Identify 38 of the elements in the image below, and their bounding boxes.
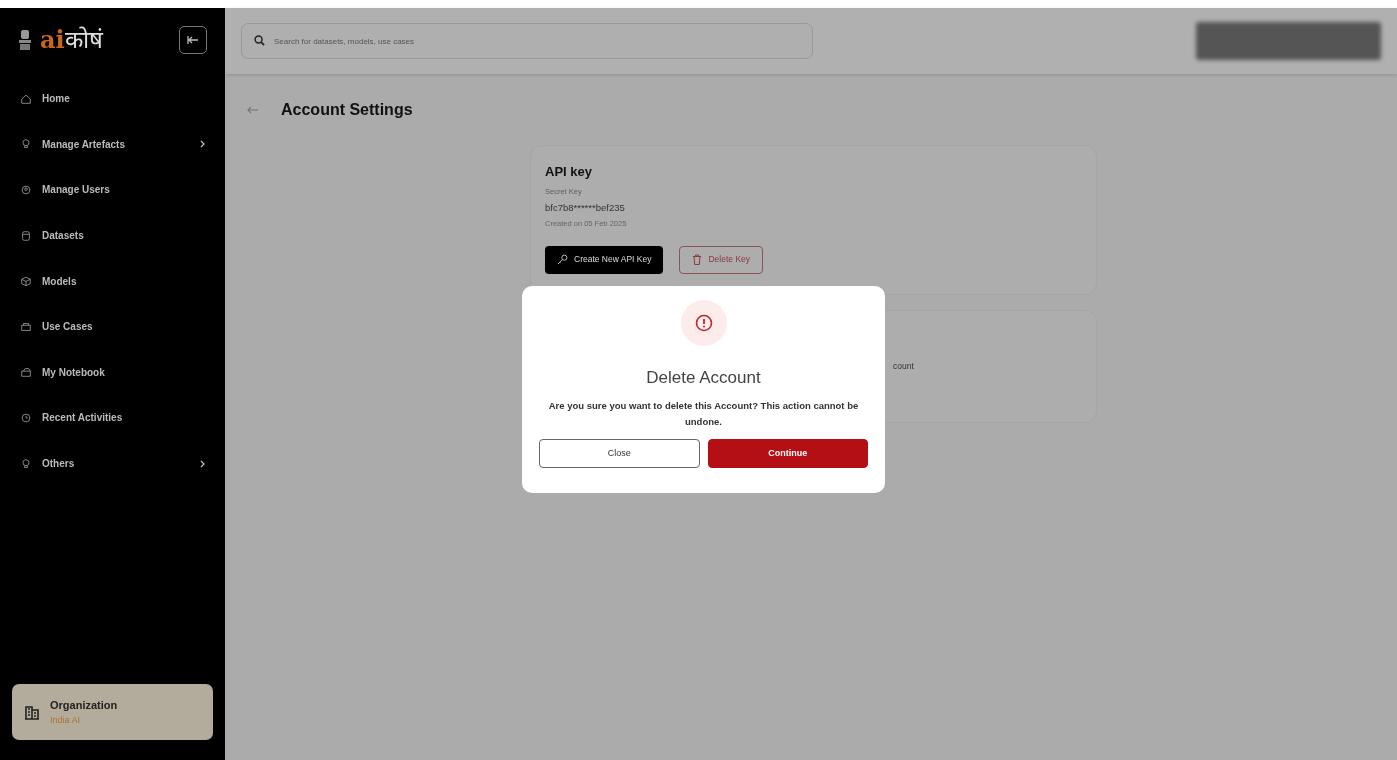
trash-icon bbox=[692, 254, 703, 266]
sidebar-item[interactable]: Manage Users bbox=[12, 167, 213, 213]
database-icon bbox=[20, 229, 32, 242]
cube-icon bbox=[20, 275, 32, 288]
bulb-icon bbox=[20, 457, 32, 470]
page-title: Account Settings bbox=[281, 100, 413, 120]
collapse-icon bbox=[187, 35, 199, 45]
sidebar-item[interactable]: Home bbox=[12, 76, 213, 122]
sidebar-item[interactable]: Others bbox=[12, 440, 213, 487]
notebook-icon bbox=[20, 366, 32, 379]
sidebar-item[interactable]: Use Cases bbox=[12, 303, 213, 350]
logo-text: aiकोषं bbox=[40, 24, 103, 56]
card-title: API key bbox=[545, 164, 593, 180]
organization-label: Organization bbox=[50, 698, 118, 713]
continue-button[interactable]: Continue bbox=[707, 438, 868, 468]
delete-key-button[interactable]: Delete Key bbox=[679, 245, 764, 274]
search-icon bbox=[254, 35, 265, 46]
create-api-key-button[interactable]: Create New API Key bbox=[545, 245, 664, 274]
search-field[interactable]: Search for datasets, models, use cases bbox=[241, 23, 813, 59]
collapse-sidebar-button[interactable] bbox=[179, 26, 207, 54]
close-button[interactable]: Close bbox=[539, 438, 700, 468]
dialog-title: Delete Account bbox=[646, 368, 761, 389]
clock-icon bbox=[20, 411, 32, 424]
home-icon bbox=[20, 92, 32, 105]
organization-name: India AI bbox=[50, 713, 82, 727]
sidebar-item[interactable]: Datasets bbox=[12, 212, 213, 259]
card-text: count bbox=[893, 360, 914, 374]
sidebar-item[interactable]: Models bbox=[12, 258, 213, 304]
sidebar-item[interactable]: Recent Activities bbox=[12, 395, 213, 441]
building-icon bbox=[24, 704, 40, 720]
warning-icon bbox=[694, 314, 713, 332]
dialog-message: Are you sure you want to delete this Account? This action cannot be undone. bbox=[547, 399, 860, 429]
organization-card[interactable]: Organization India AI bbox=[12, 684, 213, 740]
key-icon bbox=[557, 254, 568, 266]
bulb-icon bbox=[20, 138, 32, 151]
sidebar-item[interactable]: My Notebook bbox=[12, 349, 213, 396]
sidebar-item[interactable]: Manage Artefacts bbox=[12, 121, 213, 168]
secret-key-value: bfc7b8******bef235 bbox=[545, 201, 626, 216]
